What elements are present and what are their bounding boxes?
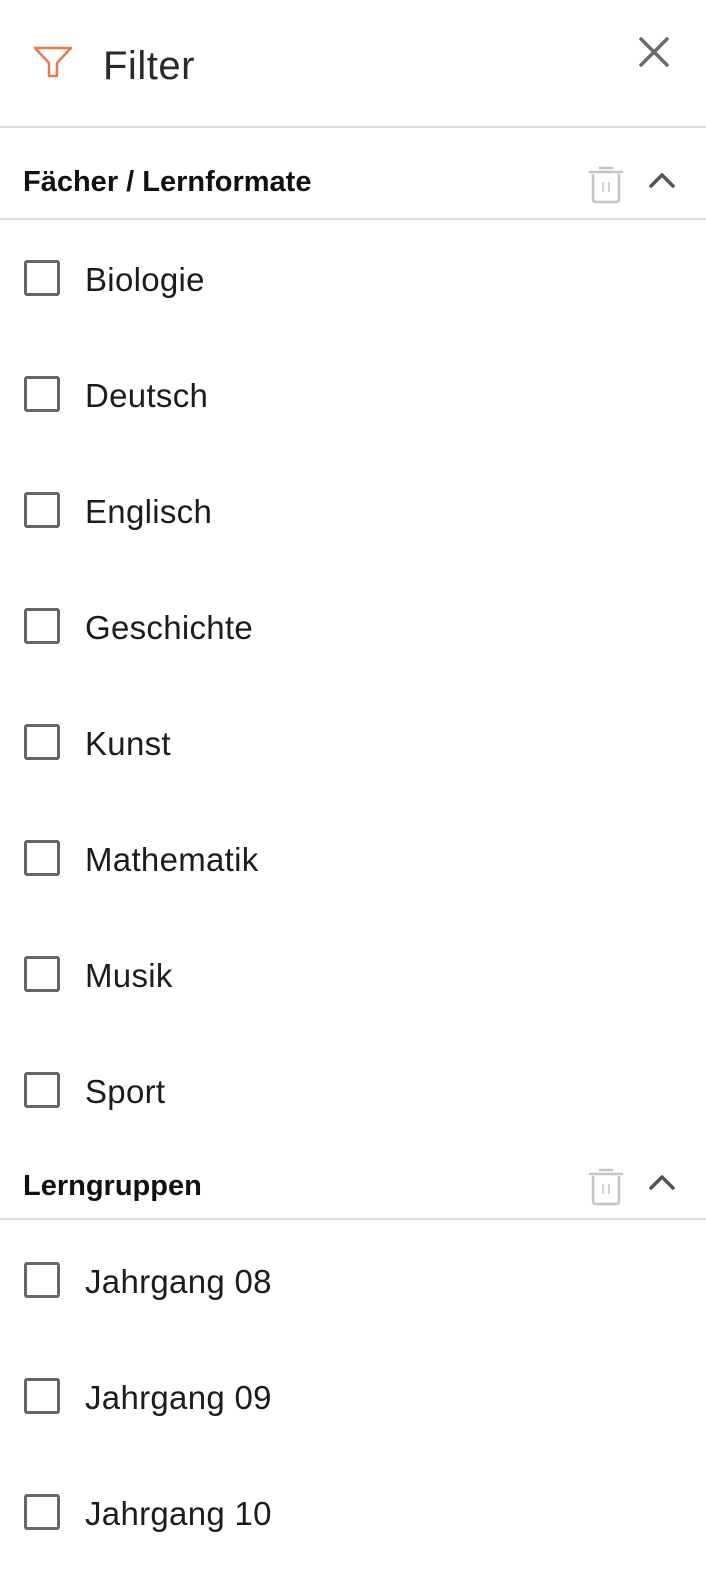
option-label: Jahrgang 10 <box>85 1495 272 1532</box>
section-header-learning-groups: Lerngruppen <box>0 1130 706 1220</box>
option-label: Jahrgang 09 <box>85 1379 272 1416</box>
panel-title: Filter <box>103 44 195 88</box>
filter-option-jahrgang-08[interactable]: Jahrgang 08 <box>0 1224 706 1340</box>
option-label: Sport <box>85 1073 166 1110</box>
filter-option-mathematik[interactable]: Mathematik <box>0 802 706 918</box>
option-label: Mathematik <box>85 841 259 878</box>
option-label: Englisch <box>85 493 213 530</box>
chevron-up-icon[interactable] <box>646 1170 678 1194</box>
option-label: Jahrgang 08 <box>85 1263 272 1300</box>
filter-option-geschichte[interactable]: Geschichte <box>0 570 706 686</box>
filter-option-musik[interactable]: Musik <box>0 918 706 1034</box>
checkbox[interactable] <box>24 492 60 528</box>
option-label: Geschichte <box>85 609 254 646</box>
filter-option-jahrgang-09[interactable]: Jahrgang 09 <box>0 1340 706 1456</box>
filter-option-biologie[interactable]: Biologie <box>0 222 706 338</box>
checkbox[interactable] <box>24 840 60 876</box>
checkbox[interactable] <box>24 260 60 296</box>
filter-option-jahrgang-10[interactable]: Jahrgang 10 <box>0 1456 706 1572</box>
option-label: Musik <box>85 957 173 994</box>
chevron-up-icon[interactable] <box>646 168 678 192</box>
checkbox[interactable] <box>24 724 60 760</box>
filter-option-deutsch[interactable]: Deutsch <box>0 338 706 454</box>
checkbox[interactable] <box>24 1262 60 1298</box>
filter-option-kunst[interactable]: Kunst <box>0 686 706 802</box>
checkbox[interactable] <box>24 956 60 992</box>
trash-icon[interactable] <box>586 162 626 206</box>
trash-icon[interactable] <box>586 1164 626 1208</box>
checkbox[interactable] <box>24 1378 60 1414</box>
filter-option-englisch[interactable]: Englisch <box>0 454 706 570</box>
funnel-icon <box>33 46 73 78</box>
checkbox[interactable] <box>24 608 60 644</box>
filter-panel-header: Filter <box>0 0 706 128</box>
section-title-subjects: Fächer / Lernformate <box>23 166 312 198</box>
checkbox[interactable] <box>24 376 60 412</box>
option-label: Kunst <box>85 725 171 762</box>
option-label: Biologie <box>85 261 205 298</box>
option-label: Deutsch <box>85 377 209 414</box>
checkbox[interactable] <box>24 1072 60 1108</box>
checkbox[interactable] <box>24 1494 60 1530</box>
section-header-subjects: Fächer / Lernformate <box>0 130 706 220</box>
close-icon[interactable] <box>634 32 674 72</box>
section-title-learning-groups: Lerngruppen <box>23 1170 202 1202</box>
